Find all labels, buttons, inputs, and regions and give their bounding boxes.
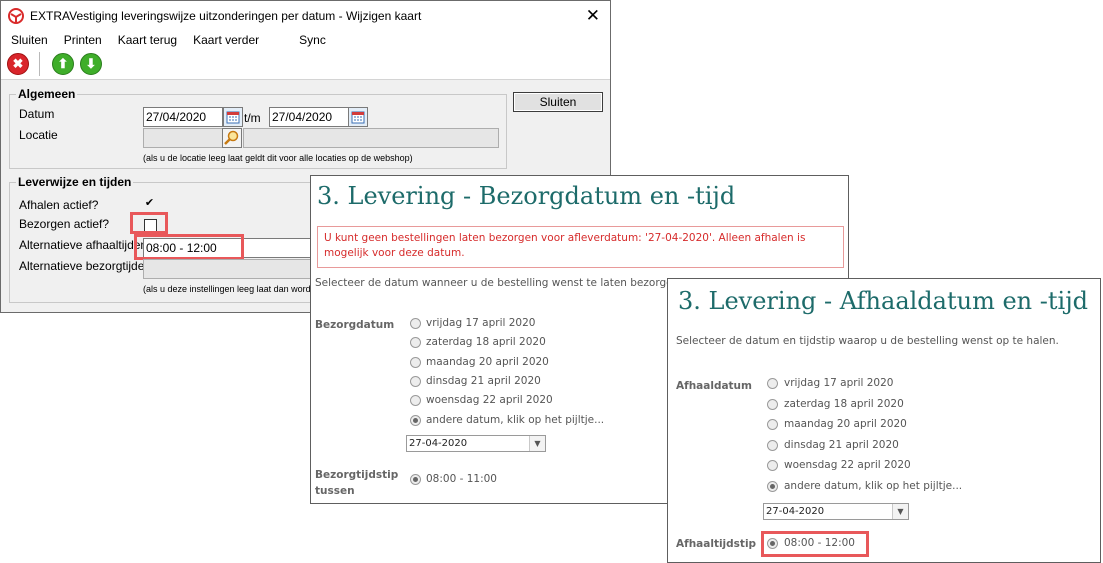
alternatieve-bezorgtijden-label: Alternatieve bezorgtijden: [19, 259, 152, 273]
afhaal-date-value: 27-04-2020: [766, 506, 825, 517]
arrow-down-icon: ⬇: [85, 56, 97, 71]
afhaal-intro: Selecteer de datum en tijdstip waarop u …: [676, 335, 1059, 347]
chevron-down-icon: ▼: [529, 436, 545, 451]
bezorg-radio-option-selected[interactable]: [410, 415, 421, 426]
afhaal-option-label: zaterdag 18 april 2020: [784, 398, 904, 410]
afhaal-radio-option-selected[interactable]: [767, 481, 778, 492]
bezorg-intro: Selecteer de datum wanneer u de bestelli…: [315, 277, 683, 289]
bezorg-error-message: U kunt geen bestellingen laten bezorgen …: [317, 226, 844, 268]
bezorg-option-label: vrijdag 17 april 2020: [426, 317, 536, 329]
afhaal-option-label: maandag 20 april 2020: [784, 418, 907, 430]
chevron-down-icon: ▼: [892, 504, 908, 519]
afhaal-radio-option[interactable]: [767, 419, 778, 430]
afhaaltijden-highlight: [134, 234, 244, 260]
algemeen-legend: Algemeen: [18, 87, 76, 101]
previous-card-button[interactable]: ⬆: [52, 53, 74, 75]
bezorgen-highlight: [130, 212, 168, 234]
close-window-icon[interactable]: ✕: [586, 7, 600, 24]
bezorg-heading: 3. Levering - Bezorgdatum en -tijd: [317, 182, 736, 210]
close-icon: ✖: [12, 56, 24, 71]
close-card-button[interactable]: ✖: [7, 53, 29, 75]
afhaal-radio-option[interactable]: [767, 399, 778, 410]
bezorgen-actief-label: Bezorgen actief?: [19, 217, 110, 231]
afhaaltijd-highlight: [761, 531, 869, 557]
afhaaldatum-label: Afhaaldatum: [676, 380, 752, 392]
afhaaltijdstip-label: Afhaaltijdstip: [676, 538, 757, 550]
bezorg-option-label: dinsdag 21 april 2020: [426, 375, 541, 387]
menu-sync[interactable]: Sync: [299, 33, 326, 47]
arrow-up-icon: ⬆: [57, 56, 69, 71]
afhaal-heading: 3. Levering - Afhaaldatum en -tijd: [678, 287, 1088, 315]
afhaal-option-label: woensdag 22 april 2020: [784, 459, 911, 471]
sluiten-button[interactable]: Sluiten: [513, 92, 603, 112]
leverwijze-legend: Leverwijze en tijden: [18, 175, 132, 189]
menu-kaart-terug[interactable]: Kaart terug: [118, 33, 177, 47]
menu-kaart-verder[interactable]: Kaart verder: [193, 33, 259, 47]
datum-to-calendar-button[interactable]: [348, 107, 368, 127]
afhaal-date-select[interactable]: 27-04-2020 ▼: [763, 503, 909, 520]
bezorg-option-label: woensdag 22 april 2020: [426, 394, 553, 406]
afhaal-radio-option[interactable]: [767, 440, 778, 451]
bezorgtijdstip-label-2: tussen: [315, 485, 355, 497]
bezorg-radio-option[interactable]: [410, 337, 421, 348]
calendar-icon: [226, 111, 240, 124]
title-bar: EXTRAVestiging leveringswijze uitzonderi…: [1, 1, 610, 31]
bezorg-radio-option[interactable]: [410, 376, 421, 387]
tijden-hint: (als u deze instellingen leeg laat dan w…: [143, 284, 311, 294]
afhalen-actief-label: Afhalen actief?: [19, 198, 99, 212]
toolbar: ✖ ⬆ ⬇: [1, 49, 610, 80]
locatie-hint: (als u de locatie leeg laat geldt dit vo…: [143, 153, 413, 163]
bezorgtijdstip-label: Bezorgtijdstip: [315, 469, 399, 481]
app-logo-icon: [8, 8, 24, 24]
afhaal-option-label: andere datum, klik op het pijltje...: [784, 480, 963, 492]
datum-label: Datum: [19, 107, 55, 121]
bezorgdatum-label: Bezorgdatum: [315, 319, 395, 331]
afhaal-radio-option[interactable]: [767, 460, 778, 471]
next-card-button[interactable]: ⬇: [80, 53, 102, 75]
afhaal-panel: 3. Levering - Afhaaldatum en -tijd Selec…: [667, 278, 1101, 563]
afhaal-option-label: dinsdag 21 april 2020: [784, 439, 899, 451]
menu-printen[interactable]: Printen: [64, 33, 102, 47]
tm-label: t/m: [244, 111, 261, 125]
toolbar-separator: [39, 52, 40, 76]
calendar-icon: [351, 111, 365, 124]
alternatieve-bezorgtijden-field[interactable]: [143, 259, 329, 279]
menu-bar: Sluiten Printen Kaart terug Kaart verder…: [1, 31, 610, 49]
bezorg-date-select[interactable]: 27-04-2020 ▼: [406, 435, 546, 452]
locatie-name-field: [243, 128, 499, 148]
locatie-label: Locatie: [19, 128, 58, 142]
bezorgtijd-radio-selected[interactable]: [410, 474, 421, 485]
bezorg-radio-option[interactable]: [410, 357, 421, 368]
bezorgtijd-option-label: 08:00 - 11:00: [426, 473, 497, 485]
datum-to-field[interactable]: 27/04/2020: [269, 107, 349, 127]
bezorg-option-label: zaterdag 18 april 2020: [426, 336, 546, 348]
alternatieve-afhaaltijden-label: Alternatieve afhaaltijden: [19, 238, 148, 252]
datum-from-calendar-button[interactable]: [223, 107, 243, 127]
window-title: EXTRAVestiging leveringswijze uitzonderi…: [30, 9, 422, 23]
afhalen-actief-checkbox[interactable]: ✔: [143, 198, 156, 211]
bezorg-radio-option[interactable]: [410, 395, 421, 406]
bezorg-option-label: maandag 20 april 2020: [426, 356, 549, 368]
menu-sluiten[interactable]: Sluiten: [11, 33, 48, 47]
bezorg-radio-option[interactable]: [410, 318, 421, 329]
bezorg-date-value: 27-04-2020: [409, 438, 468, 449]
bezorg-option-label: andere datum, klik op het pijltje...: [426, 414, 605, 426]
afhaal-radio-option[interactable]: [767, 378, 778, 389]
locatie-search-button[interactable]: [222, 128, 242, 148]
search-icon: [224, 130, 239, 145]
locatie-field[interactable]: [143, 128, 223, 148]
datum-from-field[interactable]: 27/04/2020: [143, 107, 223, 127]
afhaal-option-label: vrijdag 17 april 2020: [784, 377, 894, 389]
